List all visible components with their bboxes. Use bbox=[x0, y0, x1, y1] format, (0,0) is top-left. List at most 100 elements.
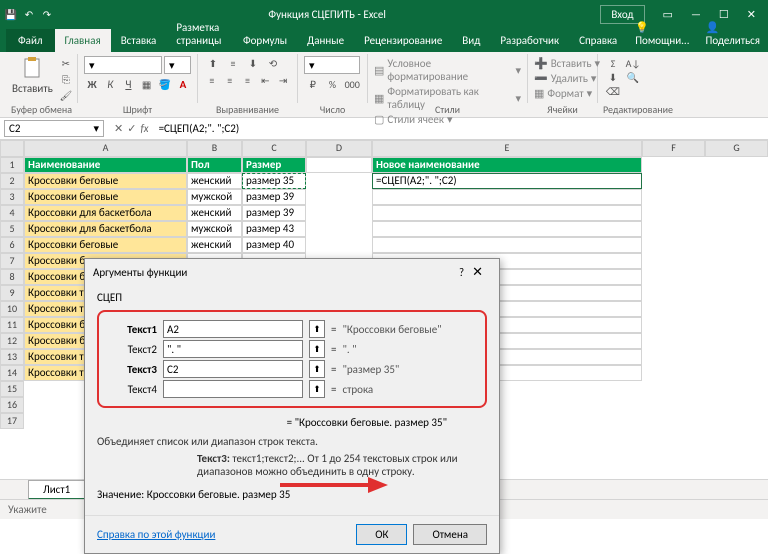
enter-formula-icon[interactable]: ✓ bbox=[127, 122, 136, 135]
align-left-icon[interactable]: ≡ bbox=[204, 73, 220, 87]
indent-dec-icon[interactable]: ⇤ bbox=[257, 73, 273, 87]
tab-review[interactable]: Рецензирование bbox=[354, 29, 452, 52]
tab-file[interactable]: Файл bbox=[6, 29, 55, 52]
align-bot-icon[interactable]: ⬇ bbox=[244, 56, 262, 70]
col-header-e[interactable]: E bbox=[372, 140, 642, 157]
cell[interactable]: размер 35 bbox=[242, 173, 306, 189]
row-header[interactable]: 5 bbox=[0, 221, 24, 237]
tab-view[interactable]: Вид bbox=[452, 29, 490, 52]
cell[interactable]: мужской bbox=[187, 189, 242, 205]
row-header[interactable]: 6 bbox=[0, 237, 24, 253]
row-header[interactable]: 9 bbox=[0, 285, 24, 301]
cell[interactable]: Кроссовки беговые bbox=[24, 173, 187, 189]
align-right-icon[interactable]: ≡ bbox=[240, 73, 256, 87]
cell[interactable]: Кроссовки беговые bbox=[24, 237, 187, 253]
cond-format-button[interactable]: ▤ Условное форматирование ▾ bbox=[374, 56, 521, 84]
cell[interactable] bbox=[372, 205, 642, 221]
align-mid-icon[interactable]: ≡ bbox=[224, 56, 242, 70]
cell[interactable]: Наименование bbox=[24, 157, 187, 173]
row-header[interactable]: 17 bbox=[0, 413, 24, 429]
font-selector[interactable]: ▾ bbox=[84, 56, 162, 74]
align-top-icon[interactable]: ⬆ bbox=[204, 56, 222, 70]
copy-icon[interactable]: ⎘ bbox=[57, 72, 75, 86]
col-header-f[interactable]: F bbox=[642, 140, 705, 157]
underline-icon[interactable]: Ч bbox=[120, 77, 136, 91]
delete-cell-button[interactable]: ➖ Удалить ▾ bbox=[534, 71, 591, 86]
range-ref-icon[interactable]: ⬆ bbox=[309, 320, 325, 338]
italic-icon[interactable]: К bbox=[102, 77, 118, 91]
paste-button[interactable]: Вставить bbox=[12, 56, 53, 95]
row-header[interactable]: 14 bbox=[0, 365, 24, 381]
cell[interactable]: женский bbox=[187, 205, 242, 221]
range-ref-icon[interactable]: ⬆ bbox=[309, 380, 325, 398]
sort-icon[interactable]: A↓ bbox=[624, 56, 642, 70]
cell[interactable]: размер 40 bbox=[242, 237, 306, 253]
orientation-icon[interactable]: ⟲ bbox=[264, 56, 282, 70]
row-header[interactable]: 16 bbox=[0, 397, 24, 413]
cell[interactable]: женский bbox=[187, 173, 242, 189]
indent-inc-icon[interactable]: ⇥ bbox=[275, 73, 291, 87]
tab-dev[interactable]: Разработчик bbox=[490, 29, 569, 52]
range-ref-icon[interactable]: ⬆ bbox=[309, 360, 325, 378]
col-header-b[interactable]: B bbox=[187, 140, 242, 157]
row-header[interactable]: 4 bbox=[0, 205, 24, 221]
tab-layout[interactable]: Разметка страницы bbox=[166, 16, 233, 52]
find-icon[interactable]: 🔍 bbox=[624, 70, 642, 84]
cell[interactable]: женский bbox=[187, 237, 242, 253]
help-link[interactable]: Справка по этой функции bbox=[97, 528, 215, 541]
row-header[interactable]: 1 bbox=[0, 157, 24, 173]
cancel-formula-icon[interactable]: ✕ bbox=[114, 122, 123, 135]
cell[interactable] bbox=[372, 237, 642, 253]
cell[interactable]: Кроссовки для баскетбола bbox=[24, 221, 187, 237]
undo-icon[interactable]: ↶ bbox=[22, 7, 36, 21]
fx-icon[interactable]: fx bbox=[140, 122, 148, 135]
fill-color-icon[interactable]: 🪣 bbox=[157, 77, 173, 91]
redo-icon[interactable]: ↷ bbox=[40, 7, 54, 21]
row-header[interactable]: 2 bbox=[0, 173, 24, 189]
tab-help[interactable]: Справка bbox=[569, 29, 627, 52]
fill-icon[interactable]: ⬇ bbox=[604, 70, 622, 84]
format-cell-button[interactable]: ▦ Формат ▾ bbox=[534, 86, 591, 101]
range-ref-icon[interactable]: ⬆ bbox=[309, 340, 325, 358]
row-header[interactable]: 3 bbox=[0, 189, 24, 205]
border-icon[interactable]: ▦ bbox=[139, 77, 155, 91]
cell[interactable] bbox=[372, 221, 642, 237]
format-painter-icon[interactable]: 🖌 bbox=[57, 88, 75, 102]
col-header-g[interactable]: G bbox=[705, 140, 768, 157]
number-format[interactable]: ▾ bbox=[304, 56, 360, 74]
name-box[interactable]: C2▾ bbox=[4, 120, 104, 137]
share-button[interactable]: 👤 Поделиться bbox=[697, 16, 768, 52]
align-center-icon[interactable]: ≡ bbox=[222, 73, 238, 87]
font-color-icon[interactable]: А bbox=[175, 77, 191, 91]
cell[interactable]: Размер bbox=[242, 157, 306, 173]
ok-button[interactable]: ОК bbox=[356, 524, 407, 545]
row-header[interactable]: 13 bbox=[0, 349, 24, 365]
bold-icon[interactable]: Ж bbox=[84, 77, 100, 91]
font-size[interactable]: ▾ bbox=[164, 56, 191, 74]
cancel-button[interactable]: Отмена bbox=[413, 524, 487, 545]
row-header[interactable]: 8 bbox=[0, 269, 24, 285]
row-header[interactable]: 11 bbox=[0, 317, 24, 333]
tab-home[interactable]: Главная bbox=[55, 29, 111, 52]
autosave-icon[interactable]: 💾 bbox=[4, 7, 18, 21]
row-header[interactable]: 10 bbox=[0, 301, 24, 317]
cell[interactable]: мужской bbox=[187, 221, 242, 237]
col-header-d[interactable]: D bbox=[306, 140, 372, 157]
cell[interactable]: размер 39 bbox=[242, 205, 306, 221]
tab-insert[interactable]: Вставка bbox=[111, 29, 167, 52]
cell[interactable]: Кроссовки для баскетбола bbox=[24, 205, 187, 221]
row-header[interactable]: 12 bbox=[0, 333, 24, 349]
cell[interactable]: =СЦЕП(A2;". ";C2) bbox=[372, 173, 642, 189]
autosum-icon[interactable]: Σ bbox=[604, 56, 622, 70]
row-header[interactable]: 15 bbox=[0, 381, 24, 397]
cell[interactable]: Пол bbox=[187, 157, 242, 173]
arg-input[interactable] bbox=[163, 320, 303, 338]
tab-data[interactable]: Данные bbox=[297, 29, 354, 52]
cut-icon[interactable]: ✂ bbox=[57, 56, 75, 70]
row-header[interactable]: 7 bbox=[0, 253, 24, 269]
insert-cell-button[interactable]: ➕ Вставить ▾ bbox=[534, 56, 591, 71]
col-header-a[interactable]: A bbox=[24, 140, 187, 157]
cell[interactable]: размер 39 bbox=[242, 189, 306, 205]
cell[interactable] bbox=[306, 157, 372, 173]
currency-icon[interactable]: ₽ bbox=[304, 77, 322, 91]
